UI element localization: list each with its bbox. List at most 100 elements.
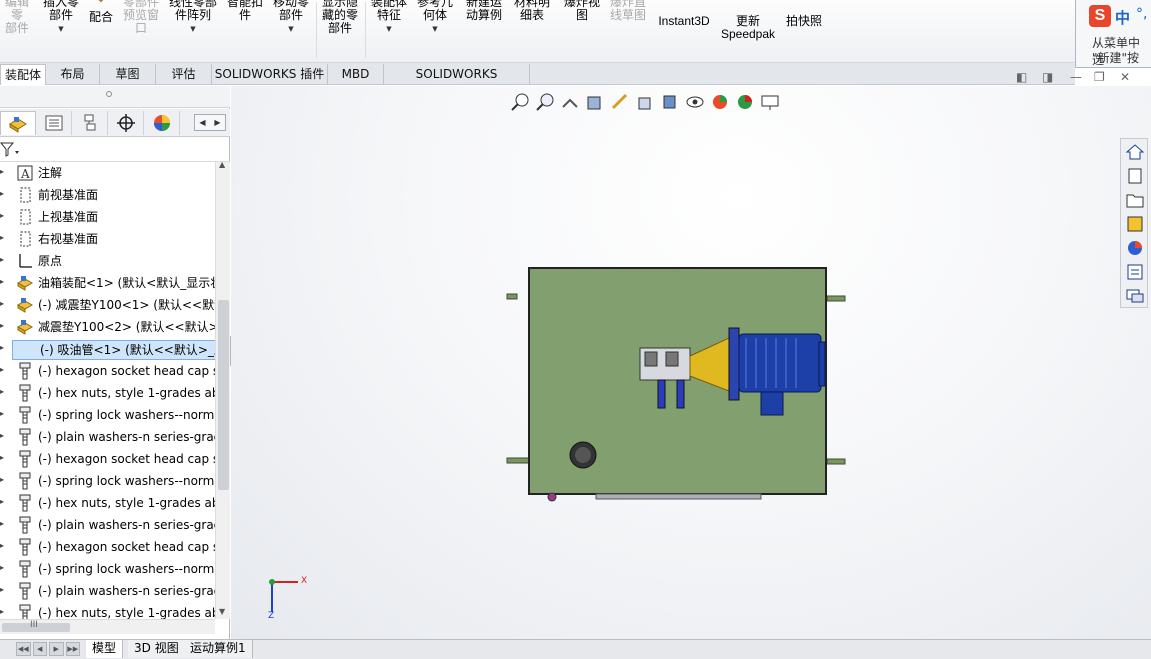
previous-window-icon[interactable]: ◧ xyxy=(1016,70,1027,84)
view-orientation-icon[interactable] xyxy=(635,92,655,112)
linear-component-pattern-button[interactable]: 线性零部 件阵列 ▼ xyxy=(166,0,220,33)
component-preview-window-button[interactable]: 零部件 预览窗 口 xyxy=(120,0,162,35)
tree-node[interactable]: ▸ (-) hex nuts, style 1-grades ab xyxy=(0,382,215,404)
scroll-left-icon[interactable]: ◀ xyxy=(195,115,210,130)
tab-solidworks-inspection[interactable]: SOLIDWORKS Inspection xyxy=(384,64,530,101)
expand-arrow-icon[interactable]: ▸ xyxy=(0,211,4,220)
mate-button[interactable]: 配合 xyxy=(86,0,116,24)
filter-bar[interactable] xyxy=(0,138,230,162)
first-tab-icon[interactable]: ◀◀ xyxy=(16,642,31,656)
property-manager-tab[interactable] xyxy=(36,111,72,135)
previous-tab-icon[interactable]: ◀ xyxy=(32,642,47,656)
appearances-icon[interactable] xyxy=(1125,238,1145,258)
instant3d-button[interactable]: Instant3D xyxy=(654,0,714,28)
view-settings-icon[interactable] xyxy=(760,92,780,112)
insert-components-button[interactable]: 插入零 部件 ▼ xyxy=(40,0,82,33)
expand-arrow-icon[interactable]: ▸ xyxy=(0,475,4,484)
expand-arrow-icon[interactable]: ▸ xyxy=(0,321,4,330)
tree-node[interactable]: ▸ (-) plain washers-n series-grac xyxy=(0,426,215,448)
home-icon[interactable] xyxy=(1125,142,1145,162)
expand-arrow-icon[interactable]: ▸ xyxy=(0,519,4,528)
tab-solidworks-addins[interactable]: SOLIDWORKS 插件 xyxy=(212,64,328,85)
previous-view-icon[interactable] xyxy=(560,92,580,112)
minimize-icon[interactable]: — xyxy=(1070,70,1082,84)
expand-arrow-icon[interactable]: ▸ xyxy=(0,497,4,506)
tree-node[interactable]: ▸ (-) 吸油管<1> (默认<<默认>_显 xyxy=(0,338,215,360)
scroll-down-icon[interactable]: ▼ xyxy=(219,607,225,616)
tree-node[interactable]: ▸ (-) hexagon socket head cap s xyxy=(0,536,215,558)
panel-splitter[interactable] xyxy=(0,86,230,108)
expand-arrow-icon[interactable]: ▸ xyxy=(0,409,4,418)
expand-arrow-icon[interactable]: ▸ xyxy=(0,365,4,374)
expand-arrow-icon[interactable]: ▸ xyxy=(0,387,4,396)
scrollbar-thumb[interactable] xyxy=(218,300,229,490)
scroll-up-icon[interactable]: ▲ xyxy=(219,160,225,169)
tab-evaluate[interactable]: 评估 xyxy=(156,64,212,85)
section-view-icon[interactable] xyxy=(585,92,605,112)
custom-properties-icon[interactable] xyxy=(1125,262,1145,282)
expand-arrow-icon[interactable]: ▸ xyxy=(0,167,4,176)
zoom-to-area-icon[interactable] xyxy=(535,92,555,112)
expand-arrow-icon[interactable]: ▸ xyxy=(0,563,4,572)
punctuation-icon[interactable]: °, xyxy=(1136,6,1147,22)
update-speedpak-button[interactable]: 更新 Speedpak xyxy=(718,0,778,41)
dropdown-arrow-icon[interactable]: ▼ xyxy=(166,25,220,33)
reference-geometry-button[interactable]: 参考几 何体 ▼ xyxy=(414,0,456,33)
assembly-features-button[interactable]: 装配体 特征 ▼ xyxy=(368,0,410,33)
tab-sketch[interactable]: 草图 xyxy=(100,64,156,85)
tree-node[interactable]: ▸ (-) plain washers-n series-grac xyxy=(0,514,215,536)
tree-node[interactable]: ▸ (-) spring lock washers--norm xyxy=(0,404,215,426)
expand-arrow-icon[interactable]: ▸ xyxy=(0,255,4,264)
dropdown-arrow-icon[interactable]: ▼ xyxy=(368,25,410,33)
tree-horizontal-scrollbar[interactable]: III xyxy=(0,619,215,634)
tree-node[interactable]: ▸ (-) hexagon socket head cap s xyxy=(0,448,215,470)
model-canvas[interactable] xyxy=(231,86,1151,639)
graphics-area[interactable]: X Z xyxy=(231,86,1151,639)
tree-node[interactable]: ▸ (-) 减震垫Y100<1> (默认<<默认>_ xyxy=(0,294,215,316)
tree-node[interactable]: ▸ 油箱装配<1> (默认<默认_显示状 xyxy=(0,272,215,294)
bill-of-materials-button[interactable]: 材料明 细表 xyxy=(510,0,554,22)
tab-model[interactable]: 模型 xyxy=(86,640,124,658)
tree-node[interactable]: ▸ 前视基准面 xyxy=(0,184,215,206)
next-window-icon[interactable]: ◨ xyxy=(1042,70,1053,84)
tree-node[interactable]: ▸ (-) hex nuts, style 1-grades ab xyxy=(0,602,215,619)
tree-node[interactable]: ▸ 上视基准面 xyxy=(0,206,215,228)
expand-arrow-icon[interactable]: ▸ xyxy=(0,453,4,462)
tab-layout[interactable]: 布局 xyxy=(46,64,100,85)
restore-icon[interactable]: ❐ xyxy=(1094,70,1105,84)
expand-arrow-icon[interactable]: ▸ xyxy=(0,343,4,352)
expand-arrow-icon[interactable]: ▸ xyxy=(0,299,4,308)
tree-node[interactable]: ▸ 减震垫Y100<2> (默认<<默认>_显 xyxy=(0,316,215,338)
take-snapshot-button[interactable]: 拍快照 xyxy=(782,0,826,28)
close-icon[interactable]: ✕ xyxy=(1120,70,1130,84)
show-hidden-components-button[interactable]: 显示隐 藏的零 部件 xyxy=(318,0,362,35)
tree-node[interactable]: ▸ 原点 xyxy=(0,250,215,272)
expand-arrow-icon[interactable]: ▸ xyxy=(0,607,4,616)
expand-arrow-icon[interactable]: ▸ xyxy=(0,189,4,198)
forum-icon[interactable] xyxy=(1125,286,1145,306)
splitter-grip-icon[interactable] xyxy=(106,91,112,97)
dropdown-arrow-icon[interactable]: ▼ xyxy=(40,25,82,33)
tab-3d-views[interactable]: 3D 视图 xyxy=(128,640,186,658)
filter-icon[interactable] xyxy=(0,141,22,159)
edit-component-button[interactable]: 编辑零 部件 xyxy=(0,0,34,35)
expand-arrow-icon[interactable]: ▸ xyxy=(0,431,4,440)
zoom-to-fit-icon[interactable] xyxy=(510,92,530,112)
tab-motion-study[interactable]: 运动算例1 xyxy=(184,640,253,658)
tree-node[interactable]: ▸ A 注解 xyxy=(0,162,215,184)
file-explorer-icon[interactable] xyxy=(1125,190,1145,210)
design-library-icon[interactable] xyxy=(1125,166,1145,186)
hide-show-items-icon[interactable] xyxy=(685,92,705,112)
expand-arrow-icon[interactable]: ▸ xyxy=(0,541,4,550)
tab-mbd[interactable]: MBD xyxy=(328,64,384,85)
tree-node[interactable]: ▸ 右视基准面 xyxy=(0,228,215,250)
smart-fasteners-button[interactable]: 智能扣 件 xyxy=(224,0,266,22)
feature-manager-tab[interactable] xyxy=(0,111,36,135)
sogou-logo-icon[interactable]: S xyxy=(1089,5,1111,27)
display-style-icon[interactable] xyxy=(660,92,680,112)
view-palette-icon[interactable] xyxy=(1125,214,1145,234)
tree-node[interactable]: ▸ (-) spring lock washers--norm xyxy=(0,558,215,580)
scroll-right-icon[interactable]: ▶ xyxy=(210,115,225,130)
tree-node[interactable]: ▸ (-) plain washers-n series-grac xyxy=(0,580,215,602)
tree-node[interactable]: ▸ (-) hex nuts, style 1-grades ab xyxy=(0,492,215,514)
